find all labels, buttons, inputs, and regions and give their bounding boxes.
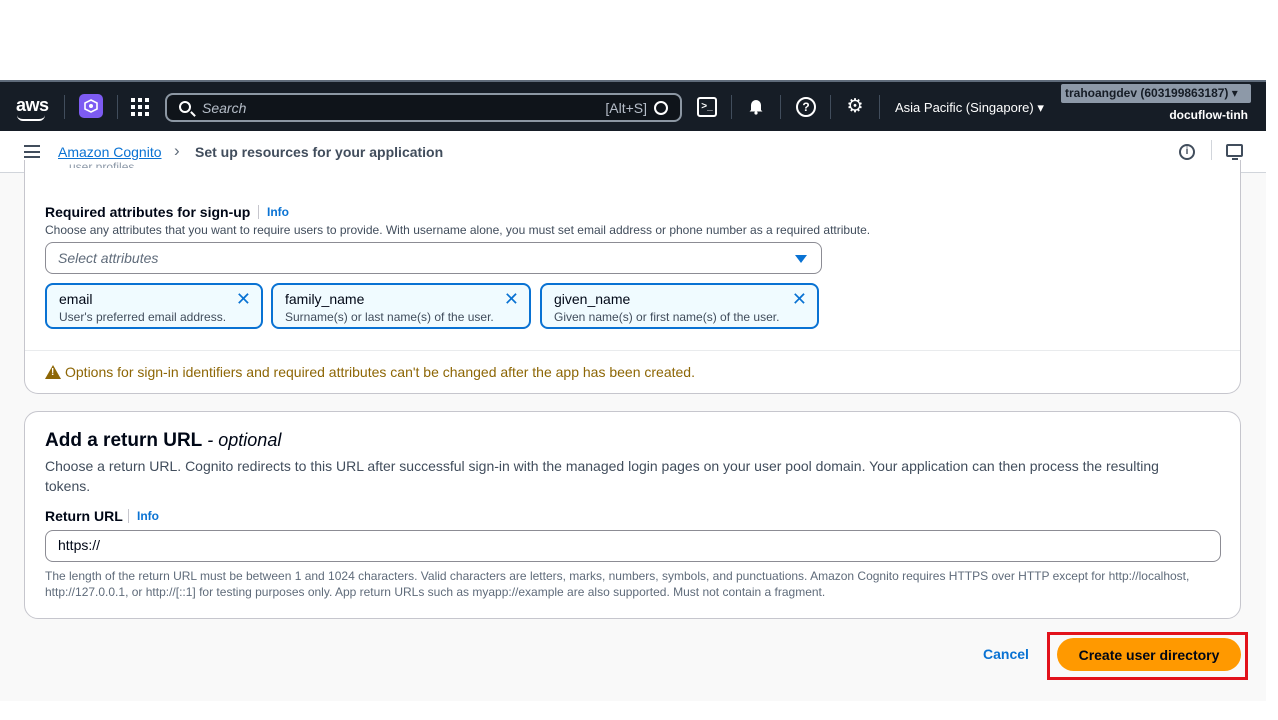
return-url-hint: The length of the return URL must be bet… [45,569,1190,599]
profile-name[interactable]: docuflow-tinh [1169,108,1248,122]
attribute-token: family_name Surname(s) or last name(s) o… [271,283,531,329]
cut-off-text: user profiles. [69,160,138,168]
return-url-heading: Add a return URL - optional [45,430,281,452]
nav-divider [731,95,732,119]
aws-logo-smile-icon [17,115,45,121]
nav-divider [117,95,118,119]
return-url-card: Add a return URL - optional Choose a ret… [24,411,1241,619]
create-user-directory-button[interactable]: Create user directory [1057,638,1241,671]
right-blank-edge [1266,80,1278,720]
return-url-label: Return URL [45,508,123,524]
attribute-token: given_name Given name(s) or first name(s… [540,283,819,329]
return-url-info-link[interactable]: Info [128,509,159,523]
attributes-select-placeholder: Select attributes [58,250,159,266]
chevron-right-icon: › [174,141,180,160]
amazon-q-icon[interactable] [654,101,668,115]
optional-tag: - optional [202,430,282,450]
cancel-button[interactable]: Cancel [983,646,1029,662]
return-url-input[interactable] [58,537,1208,553]
nav-divider [780,95,781,119]
immutable-options-warning: Options for sign-in identifiers and requ… [45,363,695,380]
card-divider [25,350,1240,351]
required-attributes-label: Required attributes for sign-up [45,204,251,220]
return-url-description: Choose a return URL. Cognito redirects t… [45,458,1159,494]
region-selector[interactable]: Asia Pacific (Singapore) ▾ [895,100,1044,116]
gear-icon[interactable]: ⚙ [845,97,865,117]
token-description: User's preferred email address. [59,310,227,324]
attribute-token: email User's preferred email address. ✕ [45,283,263,329]
token-name: family_name [285,291,365,307]
global-nav-bar: aws Search [Alt+S] >_ ? ⚙ Asia Pacific (… [0,80,1266,131]
search-input[interactable]: Search [202,100,246,116]
info-circle-icon[interactable]: i [1179,144,1195,160]
top-blank-area [0,0,1278,80]
bottom-blank-edge [0,701,1278,720]
search-icon [179,101,191,113]
close-icon[interactable]: ✕ [504,290,519,308]
caret-down-icon [795,255,807,263]
console-page: aws Search [Alt+S] >_ ? ⚙ Asia Pacific (… [0,80,1266,701]
token-description: Given name(s) or first name(s) of the us… [554,310,780,324]
required-attributes-description: Choose any attributes that you want to r… [45,223,871,237]
return-url-heading-text: Add a return URL [45,430,203,451]
account-menu[interactable]: trahoangdev (603199863187) ▾ [1061,84,1251,103]
token-description: Surname(s) or last name(s) of the user. [285,310,494,324]
cloudshell-icon[interactable]: >_ [697,97,717,117]
aws-logo[interactable]: aws [16,95,49,116]
cognito-service-icon[interactable] [79,94,103,118]
close-icon[interactable]: ✕ [236,290,251,308]
global-search[interactable]: Search [Alt+S] [165,93,682,122]
breadcrumb-current: Set up resources for your application [195,144,444,160]
token-name: email [59,291,93,307]
help-icon[interactable]: ? [796,97,816,117]
attributes-select[interactable]: Select attributes [45,242,822,274]
nav-divider [64,95,65,119]
grid-icon[interactable] [131,98,149,116]
bell-icon[interactable] [746,97,766,117]
monitor-icon[interactable] [1226,144,1243,160]
breadcrumb-link-cognito[interactable]: Amazon Cognito [58,144,162,160]
nav-divider [830,95,831,119]
warning-icon [45,365,61,379]
search-shortcut: [Alt+S] [605,100,647,116]
nav-divider [879,95,880,119]
hamburger-icon[interactable] [24,145,40,158]
warning-text: Options for sign-in identifiers and requ… [65,364,695,380]
close-icon[interactable]: ✕ [792,290,807,308]
token-name: given_name [554,291,631,307]
required-attributes-info-link[interactable]: Info [258,205,289,219]
return-url-field[interactable] [45,530,1221,562]
sign-in-options-card: user profiles. Required attributes for s… [24,160,1241,394]
